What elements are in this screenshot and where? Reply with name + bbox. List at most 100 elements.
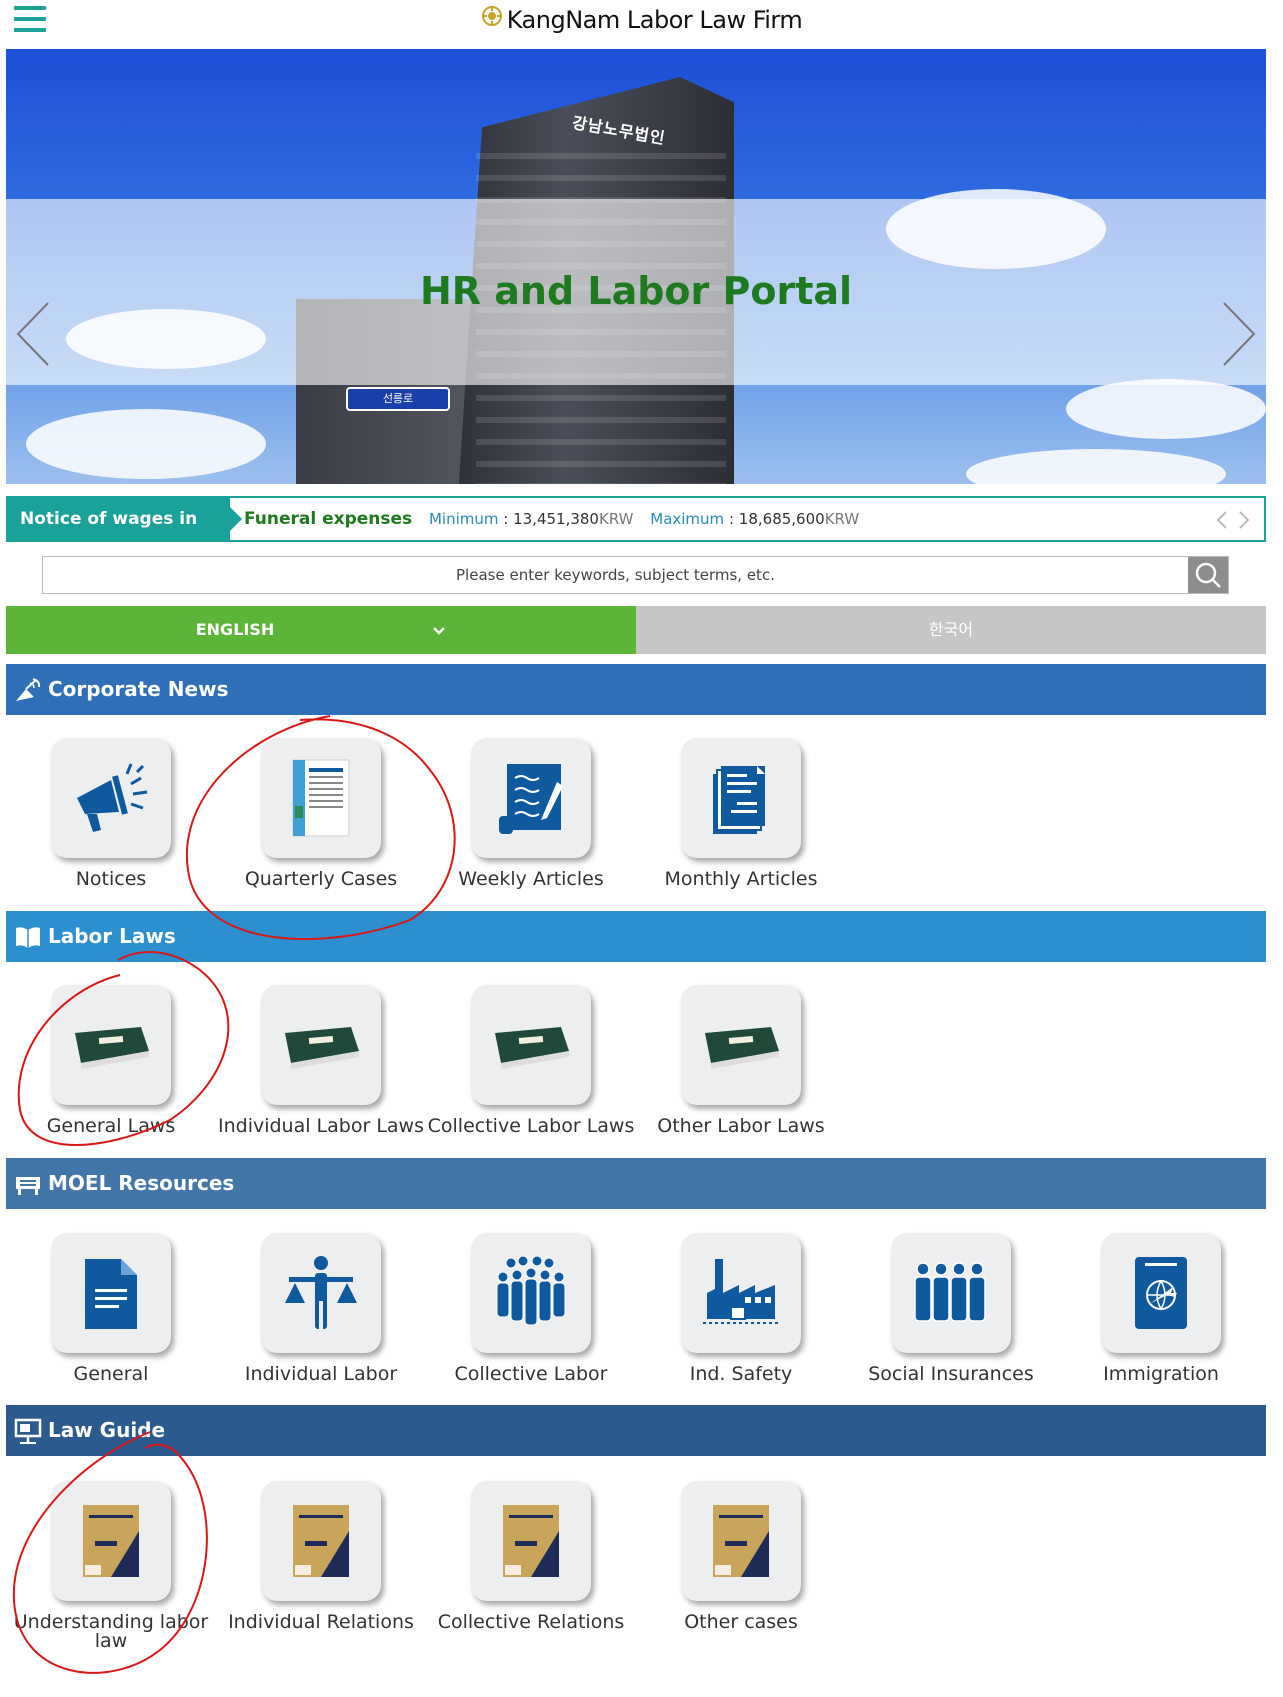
tile-understanding-labor-law[interactable]: Understanding labor law	[6, 1481, 216, 1651]
notice-nav-arrows[interactable]	[1214, 510, 1254, 530]
notice-separator: :	[503, 510, 509, 528]
tile-box	[261, 1481, 381, 1601]
cloud	[1066, 379, 1266, 439]
tile-box	[471, 985, 591, 1105]
notice-label: Notice of wages in 2025	[8, 498, 242, 571]
guide-book-icon	[503, 1505, 559, 1577]
law-book-icon	[285, 1027, 359, 1069]
tile-other-cases[interactable]: Other cases	[636, 1481, 846, 1632]
notice-topic: Funeral expenses	[244, 509, 413, 529]
tile-collective-relations[interactable]: Collective Relations	[426, 1481, 636, 1632]
tile-box	[51, 1481, 171, 1601]
tile-box	[1101, 1233, 1221, 1353]
megaphone-icon	[77, 763, 148, 832]
tile-label: Other cases	[684, 1611, 798, 1633]
tile-box	[681, 1233, 801, 1353]
passport-icon	[1135, 1257, 1187, 1329]
tile-box	[891, 1233, 1011, 1353]
prev-slide-icon[interactable]	[14, 299, 54, 369]
tile-box	[681, 985, 801, 1105]
tile-moel-ind-safety[interactable]: Ind. Safety	[636, 1233, 846, 1384]
section-corporate-news: Corporate News	[6, 664, 1266, 715]
tile-box	[51, 1233, 171, 1353]
tile-label: General Laws	[46, 1115, 176, 1137]
section-title: Labor Laws	[48, 924, 176, 948]
tile-individual-relations[interactable]: Individual Relations	[216, 1481, 426, 1632]
tile-box	[681, 738, 801, 858]
tile-label: Individual Relations	[228, 1611, 414, 1633]
satellite-icon	[16, 678, 41, 701]
street-sign: 선릉로	[346, 387, 450, 411]
tile-label: Collective Labor	[454, 1363, 608, 1385]
tile-box	[261, 985, 381, 1105]
section-title: Law Guide	[48, 1418, 166, 1442]
tile-box	[681, 1481, 801, 1601]
tile-label: Monthly Articles	[664, 868, 818, 890]
tile-moel-immigration[interactable]: Immigration	[1056, 1233, 1266, 1384]
book-cover-icon	[292, 759, 350, 837]
section-title: MOEL Resources	[48, 1171, 235, 1195]
guide-book-icon	[713, 1505, 769, 1577]
next-slide-icon[interactable]	[1218, 299, 1258, 369]
notice-unit: KRW	[598, 510, 634, 528]
wage-notice-bar: Notice of wages in 2025 Funeral expenses…	[6, 496, 1266, 571]
chevron-down-icon	[432, 607, 446, 655]
notice-content[interactable]: Funeral expenses Minimum : 13,451,380KRW…	[244, 498, 871, 540]
law-book-icon	[75, 1027, 149, 1069]
tile-individual-labor-laws[interactable]: Individual Labor Laws	[216, 985, 426, 1136]
hero-banner: 강남노무법인 선릉로 HR and Labor Portal	[6, 49, 1266, 484]
tile-box	[261, 738, 381, 858]
language-korean-label: 한국어	[928, 620, 974, 639]
tile-label: Individual Labor Laws	[217, 1115, 424, 1137]
cloud	[26, 409, 266, 479]
section-labor-laws: Labor Laws	[6, 911, 1266, 962]
tile-notices[interactable]: Notices	[6, 738, 216, 889]
language-english-button[interactable]: ENGLISH	[6, 606, 636, 654]
tile-label: Ind. Safety	[689, 1363, 793, 1385]
language-korean-button[interactable]: 한국어	[636, 606, 1266, 654]
tile-label: Collective Relations	[437, 1611, 625, 1633]
documents-icon	[713, 766, 765, 834]
tile-box	[261, 1233, 381, 1353]
tile-collective-labor-laws[interactable]: Collective Labor Laws	[426, 985, 636, 1136]
tile-label: Individual Labor	[244, 1363, 398, 1385]
tile-box	[471, 738, 591, 858]
tile-moel-individual-labor[interactable]: Individual Labor	[216, 1233, 426, 1384]
tile-moel-collective-labor[interactable]: Collective Labor	[426, 1233, 636, 1384]
tile-label: Social Insurances	[868, 1363, 1034, 1385]
tile-box	[471, 1481, 591, 1601]
tile-weekly-articles[interactable]: Weekly Articles	[426, 738, 636, 889]
search-input[interactable]	[43, 557, 1188, 593]
tile-label: General	[73, 1363, 149, 1385]
tile-quarterly-cases[interactable]: Quarterly Cases	[216, 738, 426, 889]
guide-book-icon	[83, 1505, 139, 1577]
notice-separator: :	[728, 510, 735, 528]
notice-min-label: Minimum	[428, 510, 499, 528]
law-book-icon	[495, 1027, 569, 1069]
tile-label: Notices	[75, 868, 147, 890]
notice-unit: KRW	[824, 510, 860, 528]
tile-box	[51, 985, 171, 1105]
tile-label: Quarterly Cases	[244, 868, 398, 890]
tile-label: Collective Labor Laws	[427, 1115, 635, 1137]
tile-other-labor-laws[interactable]: Other Labor Laws	[636, 985, 846, 1136]
person-scales-icon	[285, 1256, 357, 1329]
guide-book-icon	[293, 1505, 349, 1577]
page: KangNam Labor Law Firm 강남노무법인 선릉로 HR and…	[0, 0, 1283, 1697]
top-header: KangNam Labor Law Firm	[0, 0, 1283, 48]
search-bar	[42, 556, 1229, 594]
tile-moel-social-insurances[interactable]: Social Insurances	[846, 1233, 1056, 1384]
notice-max-label: Maximum	[650, 510, 725, 528]
tile-general-laws[interactable]: General Laws	[6, 985, 216, 1136]
brand[interactable]: KangNam Labor Law Firm	[0, 6, 1283, 34]
tile-label: Other Labor Laws	[657, 1115, 825, 1137]
cloud	[966, 449, 1226, 484]
tile-monthly-articles[interactable]: Monthly Articles	[636, 738, 846, 889]
banner-title: HR and Labor Portal	[419, 269, 853, 313]
search-icon[interactable]	[1188, 557, 1228, 593]
language-english-label: ENGLISH	[195, 620, 275, 639]
desk-icon	[16, 1177, 40, 1195]
brand-name: KangNam Labor Law Firm	[506, 6, 803, 34]
tile-moel-general[interactable]: General	[6, 1233, 216, 1384]
factory-lock-icon	[703, 1259, 779, 1324]
